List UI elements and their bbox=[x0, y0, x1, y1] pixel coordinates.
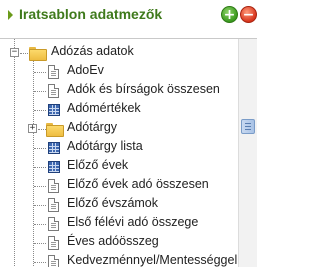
tree-node-label: AdoEv bbox=[67, 63, 104, 77]
document-icon bbox=[48, 179, 59, 193]
tree-node-label: Előző évszámok bbox=[67, 196, 159, 210]
tree-node[interactable]: Előző évek adó összesen bbox=[0, 176, 238, 195]
panel-header: Iratsablon adatmezők + − bbox=[0, 0, 257, 32]
tree-line bbox=[34, 110, 46, 111]
tree-line bbox=[34, 262, 46, 263]
tree-node-label: Adómértékek bbox=[67, 101, 141, 115]
tree-node-adotargy[interactable]: + Adótárgy bbox=[0, 119, 238, 138]
expand-expander-icon[interactable]: + bbox=[28, 124, 37, 133]
vertical-scrollbar[interactable] bbox=[238, 39, 257, 267]
tree-line bbox=[34, 186, 46, 187]
remove-button[interactable]: − bbox=[240, 6, 257, 23]
tree-line bbox=[20, 53, 28, 54]
tree-node-label: Adók és bírságok összesen bbox=[67, 82, 220, 96]
tree-node-root[interactable]: − Adózás adatok bbox=[0, 43, 238, 62]
panel-title: Iratsablon adatmezők bbox=[19, 6, 163, 22]
document-icon bbox=[48, 217, 59, 231]
tree-node[interactable]: Adótárgy lista bbox=[0, 138, 238, 157]
tree-node-label: Kedvezménnyel/Mentességgel bbox=[67, 253, 238, 267]
document-icon bbox=[48, 198, 59, 212]
tree-line bbox=[34, 72, 46, 73]
tree-panel: − Adózás adatok AdoEv Adók és bírságok ö… bbox=[0, 38, 257, 267]
tree-node-label: Első félévi adó összege bbox=[67, 215, 199, 229]
tree-line bbox=[34, 148, 46, 149]
tree-line bbox=[34, 205, 46, 206]
tree-line bbox=[34, 243, 46, 244]
tree-node[interactable]: Első félévi adó összege bbox=[0, 214, 238, 233]
tree-node[interactable]: Adók és bírságok összesen bbox=[0, 81, 238, 100]
tree-node[interactable]: Adómértékek bbox=[0, 100, 238, 119]
add-button[interactable]: + bbox=[221, 6, 238, 23]
tree-node[interactable]: Előző évek bbox=[0, 157, 238, 176]
tree-line bbox=[34, 167, 46, 168]
tree-node-label: Előző évek adó összesen bbox=[67, 177, 209, 191]
document-icon bbox=[48, 236, 59, 250]
tree-node-label: Előző évek bbox=[67, 158, 129, 172]
minus-icon: − bbox=[242, 7, 255, 23]
tree-line bbox=[34, 224, 46, 225]
folder-icon bbox=[29, 47, 47, 61]
tree-view: − Adózás adatok AdoEv Adók és bírságok ö… bbox=[0, 39, 238, 267]
tree-node-label: Éves adóösszeg bbox=[67, 234, 159, 248]
tree-node[interactable]: Előző évszámok bbox=[0, 195, 238, 214]
plus-icon: + bbox=[223, 7, 236, 23]
tree-node[interactable]: AdoEv bbox=[0, 62, 238, 81]
collapse-arrow-icon[interactable] bbox=[8, 10, 13, 20]
table-icon bbox=[48, 142, 60, 154]
tree-node[interactable]: Éves adóösszeg bbox=[0, 233, 238, 252]
tree-node-label: Adózás adatok bbox=[51, 44, 134, 58]
tree-node-label: Adótárgy lista bbox=[67, 139, 143, 153]
folder-icon bbox=[46, 123, 64, 137]
tree-node-label: Adótárgy bbox=[67, 120, 118, 134]
scroll-thumb[interactable] bbox=[241, 119, 255, 134]
document-icon bbox=[48, 65, 59, 79]
table-icon bbox=[48, 161, 60, 173]
document-icon bbox=[48, 84, 59, 98]
collapse-expander-icon[interactable]: − bbox=[10, 48, 19, 57]
tree-node[interactable]: Kedvezménnyel/Mentességgel bbox=[0, 252, 238, 267]
tree-line bbox=[38, 129, 46, 130]
table-icon bbox=[48, 104, 60, 116]
tree-line bbox=[34, 91, 46, 92]
document-icon bbox=[48, 255, 59, 267]
